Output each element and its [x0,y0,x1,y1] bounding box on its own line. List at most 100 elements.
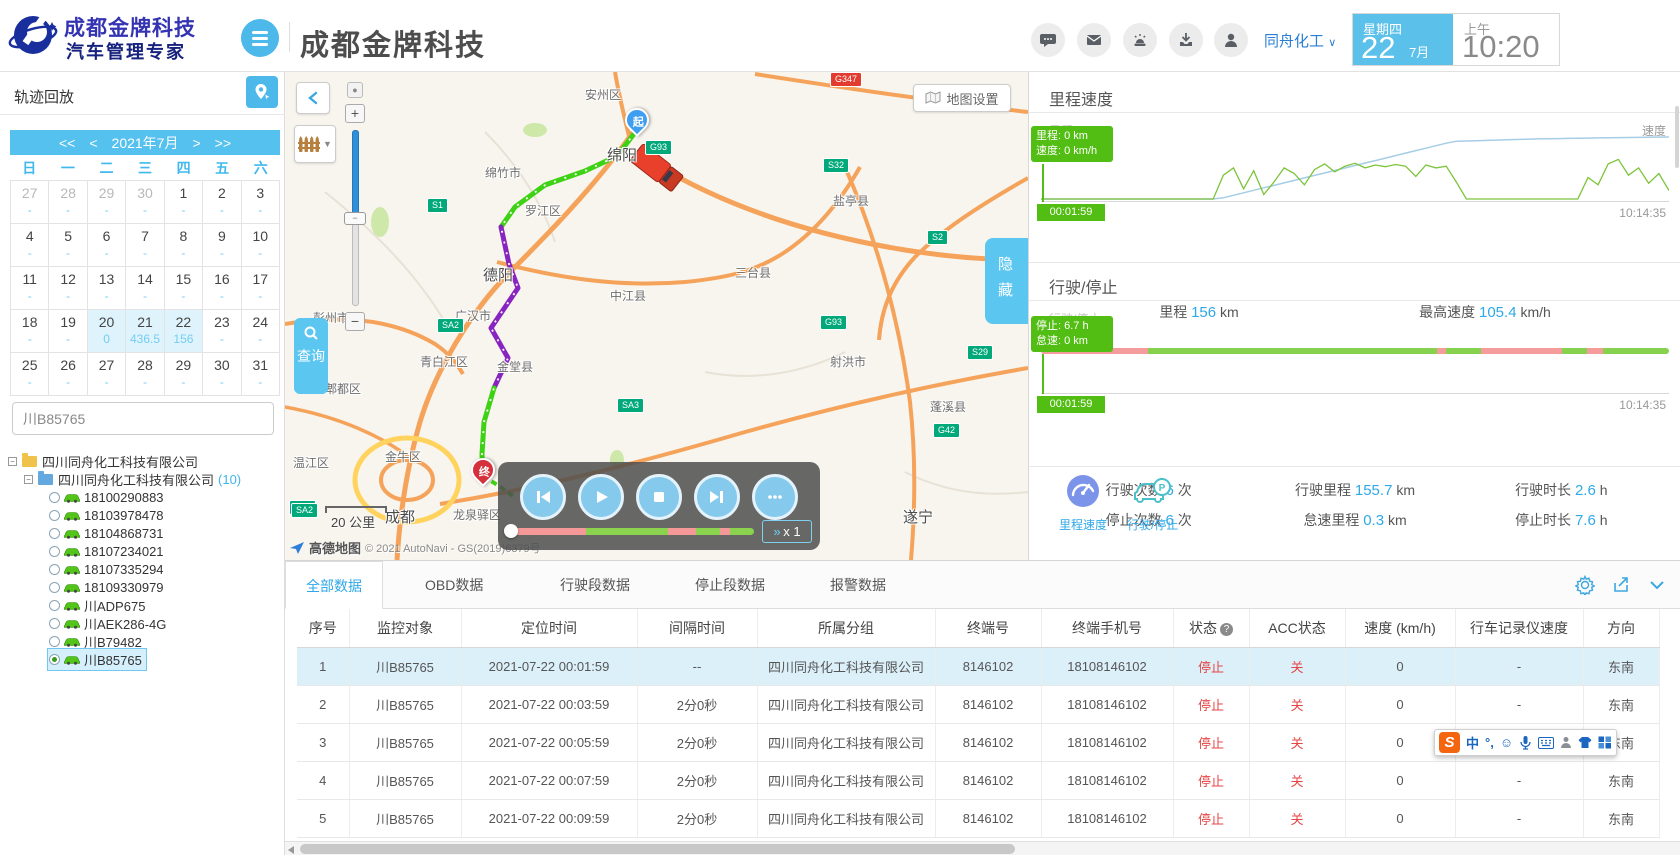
calendar-date-cell[interactable]: 10- [242,224,280,267]
column-header[interactable]: 终端号 [935,609,1041,647]
calendar-date-cell[interactable]: 31- [242,353,280,396]
column-header[interactable]: 终端手机号 [1041,609,1173,647]
stop-button[interactable] [636,474,682,520]
vehicle-tree-item[interactable]: 川AEK286-4G [8,614,278,632]
table-tab[interactable]: 行驶段数据 [540,561,650,609]
tab-driving-stop[interactable]: P 行驶/停止 [1127,474,1178,533]
ime-punctuation-toggle[interactable]: °, [1485,735,1494,750]
playback-speed-button[interactable]: » x 1 [762,520,812,543]
collapse-icon[interactable]: − [8,457,17,466]
table-collapse-button[interactable] [1647,575,1667,595]
vehicle-tree-item[interactable]: 18109330979 [8,578,278,596]
radio-icon[interactable] [49,564,60,575]
calendar-date-cell[interactable]: 26- [49,353,87,396]
download-button[interactable] [1169,23,1203,57]
ime-emoji-button[interactable]: ☺ [1500,735,1513,750]
calendar-date-cell[interactable]: 5- [49,224,87,267]
message-button[interactable] [1031,23,1065,57]
scroll-left-arrow[interactable] [288,846,294,854]
radio-icon[interactable] [49,654,60,665]
skip-start-button[interactable] [520,474,566,520]
calendar-date-cell[interactable]: 17- [242,267,280,310]
calendar-date-cell[interactable]: 11- [11,267,49,310]
radio-icon[interactable] [49,582,60,593]
table-tab[interactable]: OBD数据 [405,561,503,609]
table-export-button[interactable] [1611,575,1631,595]
microphone-icon[interactable] [1519,735,1532,750]
vehicle-tree-item[interactable]: 川B79482 [8,632,278,650]
calendar-date-cell[interactable]: 30- [203,353,241,396]
next-month-button[interactable]: > [192,135,200,151]
column-header[interactable]: 定位时间 [461,609,637,647]
calendar-date-cell[interactable]: 200 [88,310,126,353]
radio-icon[interactable] [49,546,60,557]
calendar-date-cell[interactable]: 8- [165,224,203,267]
calendar-date-cell[interactable]: 16- [203,267,241,310]
locate-button[interactable] [246,76,278,108]
tree-group[interactable]: − 四川同舟化工科技有限公司 (10) [8,470,278,488]
keyboard-icon[interactable] [1538,737,1554,749]
radio-icon[interactable] [49,510,60,521]
calendar-date-cell[interactable]: 25- [11,353,49,396]
collapse-icon[interactable]: − [24,475,33,484]
zoom-in-button[interactable]: + [345,104,365,123]
vehicle-tree-item[interactable]: 18104868731 [8,524,278,542]
vehicle-tree-item[interactable]: 川B85765 [8,650,278,668]
calendar-date-cell[interactable]: 29- [88,181,126,224]
column-header[interactable]: 所属分组 [757,609,935,647]
user-button[interactable] [1214,23,1248,57]
calendar-date-cell[interactable]: 23- [203,310,241,353]
map-settings-button[interactable]: 地图设置 [913,84,1011,112]
calendar-date-cell[interactable]: 30- [126,181,164,224]
calendar-date-cell[interactable]: 29- [165,353,203,396]
zoom-slider-handle[interactable]: − [344,212,366,225]
calendar-date-cell[interactable]: 27- [88,353,126,396]
column-header[interactable]: 方向 [1583,609,1659,647]
calendar-date-cell[interactable]: 13- [88,267,126,310]
vehicle-tree-item[interactable]: 18103978478 [8,506,278,524]
hide-panel-button[interactable]: 隐藏 [985,238,1028,324]
ime-language-toggle[interactable]: 中 [1466,733,1479,752]
mileage-chart[interactable] [1041,130,1669,202]
more-options-button[interactable] [752,474,798,520]
calendar-date-cell[interactable]: 9- [203,224,241,267]
calendar-date-cell[interactable]: 6- [88,224,126,267]
map-canvas[interactable]: 安州区绵阳绵竹市罗江区盐亭县三台县中江县德阳彭州市广汉市青白江区金堂县郫都区射洪… [285,72,1028,560]
table-row[interactable]: 2川B857652021-07-22 00:03:592分0秒四川同舟化工科技有… [297,685,1659,723]
scrollbar-thumb[interactable] [300,844,1015,854]
column-header[interactable]: 行车记录仪速度 [1455,609,1583,647]
column-header[interactable]: 间隔时间 [637,609,757,647]
calendar-date-cell[interactable]: 21436.5 [126,310,164,353]
column-header[interactable]: 序号 [297,609,349,647]
calendar-date-cell[interactable]: 7- [126,224,164,267]
vehicle-tree-item[interactable]: 18100290883 [8,488,278,506]
radio-icon[interactable] [49,600,60,611]
radio-icon[interactable] [49,528,60,539]
org-dropdown[interactable]: 同舟化工 ∨ [1264,30,1336,51]
vehicle-search-input[interactable] [12,402,274,435]
calendar-date-cell[interactable]: 15- [165,267,203,310]
calendar-date-cell[interactable]: 18- [11,310,49,353]
horizontal-scrollbar[interactable] [285,841,1680,855]
table-row[interactable]: 5川B857652021-07-22 00:09:592分0秒四川同舟化工科技有… [297,799,1659,837]
table-row[interactable]: 4川B857652021-07-22 00:07:592分0秒四川同舟化工科技有… [297,761,1659,799]
help-icon[interactable]: ? [1220,623,1233,636]
table-tab[interactable]: 报警数据 [810,561,906,609]
prev-month-button[interactable]: < [89,135,97,151]
column-header[interactable]: 监控对象 [349,609,461,647]
table-tab[interactable]: 全部数据 [285,561,383,609]
panel-scrollbar-thumb[interactable] [1675,106,1679,168]
calendar-date-cell[interactable]: 27- [11,181,49,224]
tree-root[interactable]: − 四川同舟化工科技有限公司 [8,452,278,470]
skip-end-button[interactable] [694,474,740,520]
calendar-date-cell[interactable]: 28- [49,181,87,224]
calendar-date-cell[interactable]: 28- [126,353,164,396]
calendar-date-cell[interactable]: 12- [49,267,87,310]
vehicle-tree-item[interactable]: 18107335294 [8,560,278,578]
next-year-button[interactable]: >> [215,135,231,151]
person-settings-icon[interactable] [1560,736,1572,749]
calendar-date-cell[interactable]: 2- [203,181,241,224]
playback-slider-handle[interactable] [504,524,518,538]
calendar-date-cell[interactable]: 4- [11,224,49,267]
menu-toggle-button[interactable] [241,19,279,57]
